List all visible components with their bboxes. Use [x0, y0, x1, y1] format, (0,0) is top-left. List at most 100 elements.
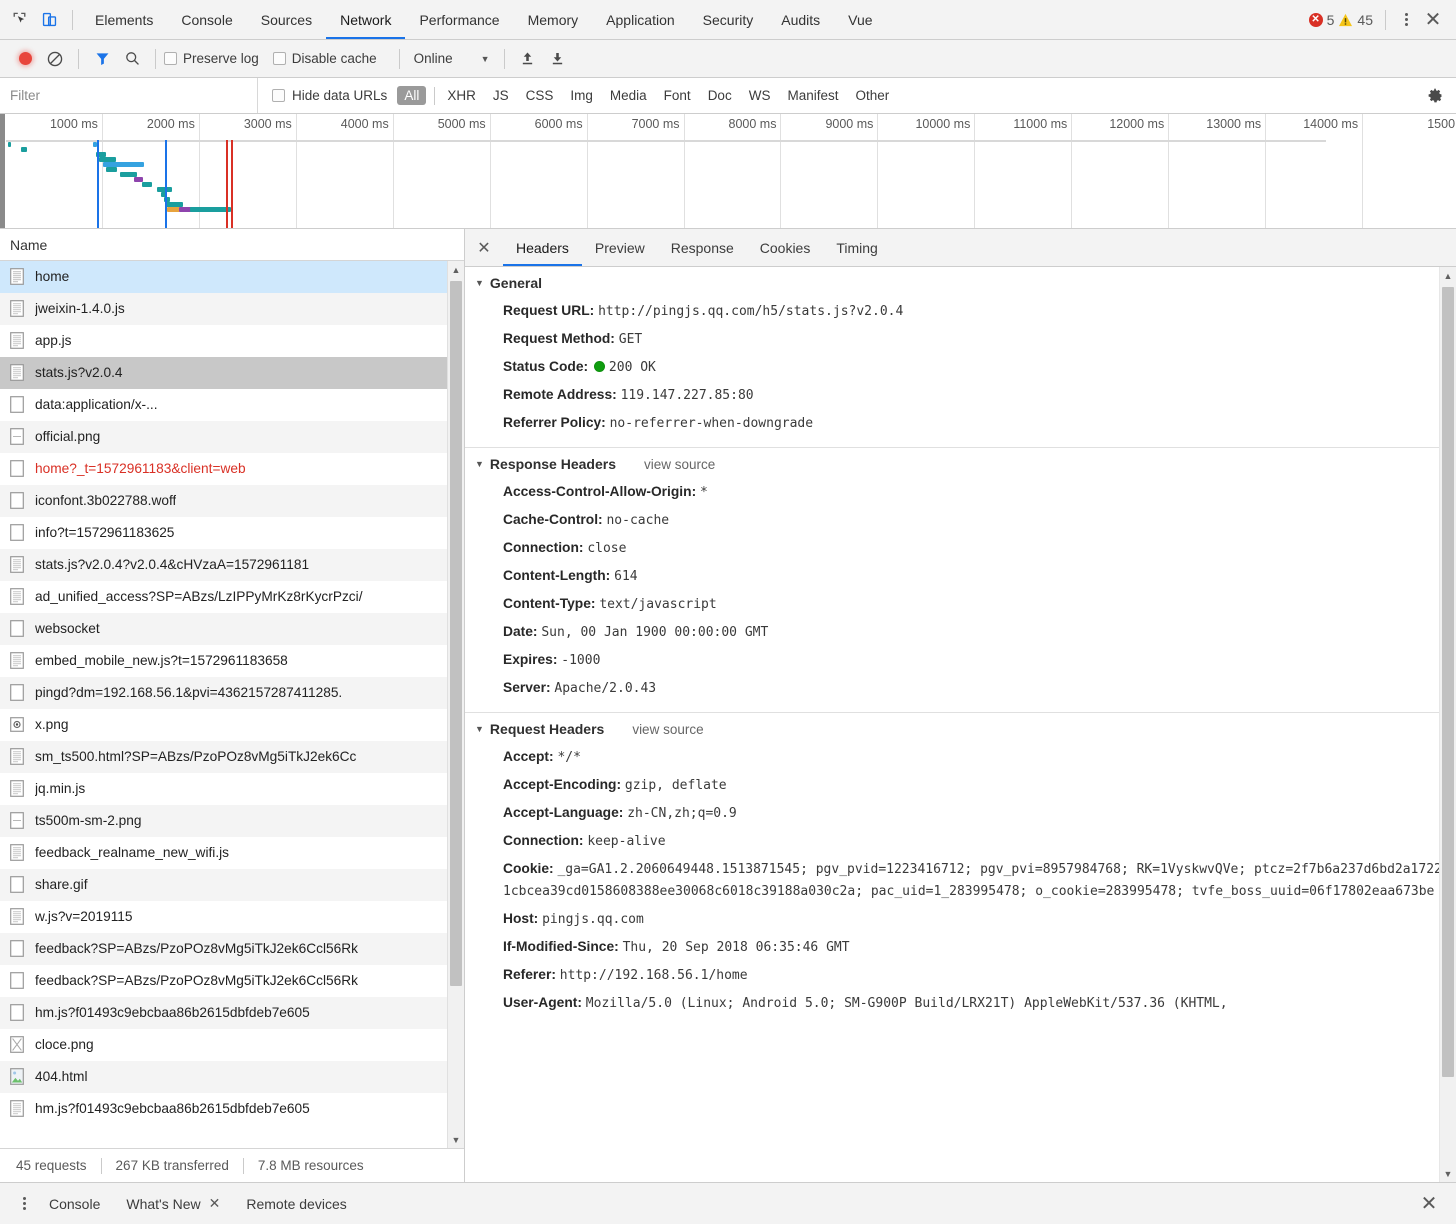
- table-row[interactable]: sm_ts500.html?SP=ABzs/PzoPOz8vMg5iTkJ2ek…: [0, 741, 464, 773]
- network-overview-timeline[interactable]: 1000 ms2000 ms3000 ms4000 ms5000 ms6000 …: [0, 114, 1456, 229]
- inspect-element-icon[interactable]: [4, 5, 34, 35]
- close-drawer-icon[interactable]: ✕: [1414, 1189, 1444, 1219]
- table-row[interactable]: hm.js?f01493c9ebcbaa86b2615dbfdeb7e605: [0, 997, 464, 1029]
- scroll-down-arrow-icon[interactable]: ▼: [1440, 1165, 1456, 1182]
- scroll-up-arrow-icon[interactable]: ▲: [448, 261, 464, 278]
- table-row[interactable]: iconfont.3b022788.woff: [0, 485, 464, 517]
- table-row[interactable]: home: [0, 261, 464, 293]
- filter-input[interactable]: [0, 78, 258, 113]
- request-list-scrollbar[interactable]: ▲ ▼: [447, 261, 464, 1148]
- export-har-button[interactable]: [543, 44, 573, 74]
- more-options-icon[interactable]: [1394, 13, 1418, 26]
- search-button[interactable]: [117, 44, 147, 74]
- tab-console[interactable]: Console: [167, 0, 246, 39]
- tab-elements[interactable]: Elements: [81, 0, 167, 39]
- drawer-tab-console[interactable]: Console: [36, 1196, 113, 1212]
- tab-security[interactable]: Security: [689, 0, 768, 39]
- scrollbar-thumb[interactable]: [450, 281, 462, 986]
- table-row[interactable]: ts500m-sm-2.png: [0, 805, 464, 837]
- type-filter-xhr[interactable]: XHR: [440, 86, 483, 105]
- table-row[interactable]: stats.js?v2.0.4?v2.0.4&cHVzaA=1572961181: [0, 549, 464, 581]
- section-title[interactable]: ▼Request Headersview source: [475, 721, 1456, 737]
- header-key: Content-Type:: [503, 596, 599, 611]
- tab-label: Vue: [848, 12, 872, 28]
- type-filter-manifest[interactable]: Manifest: [780, 86, 845, 105]
- warning-count: 45: [1357, 12, 1373, 28]
- toggle-device-toolbar-icon[interactable]: [34, 5, 64, 35]
- table-row[interactable]: ad_unified_access?SP=ABzs/LzIPPyMrKz8rKy…: [0, 581, 464, 613]
- section-title[interactable]: ▼Response Headersview source: [475, 456, 1456, 472]
- type-filter-doc[interactable]: Doc: [701, 86, 739, 105]
- table-row[interactable]: stats.js?v2.0.4: [0, 357, 464, 389]
- record-button[interactable]: [10, 44, 40, 74]
- table-row[interactable]: feedback_realname_new_wifi.js: [0, 837, 464, 869]
- table-row[interactable]: w.js?v=2019115: [0, 901, 464, 933]
- error-counter[interactable]: ✕ 5: [1309, 12, 1335, 28]
- table-row[interactable]: websocket: [0, 613, 464, 645]
- network-settings-button[interactable]: [1427, 87, 1456, 104]
- import-har-button[interactable]: [513, 44, 543, 74]
- tab-network[interactable]: Network: [326, 0, 405, 39]
- type-filter-media[interactable]: Media: [603, 86, 654, 105]
- table-row[interactable]: 404.html: [0, 1061, 464, 1093]
- table-row[interactable]: app.js: [0, 325, 464, 357]
- type-filter-js[interactable]: JS: [486, 86, 516, 105]
- table-row[interactable]: official.png: [0, 421, 464, 453]
- scroll-down-arrow-icon[interactable]: ▼: [448, 1131, 464, 1148]
- close-tab-icon[interactable]: ✕: [209, 1195, 221, 1212]
- detail-tab-cookies[interactable]: Cookies: [747, 229, 824, 266]
- table-row[interactable]: embed_mobile_new.js?t=1572961183658: [0, 645, 464, 677]
- detail-scrollbar[interactable]: ▲ ▼: [1439, 267, 1456, 1182]
- filter-toggle-button[interactable]: [87, 44, 117, 74]
- detail-tab-preview[interactable]: Preview: [582, 229, 658, 266]
- drawer-tab-whats-new[interactable]: What's New ✕: [113, 1195, 233, 1212]
- table-row[interactable]: jweixin-1.4.0.js: [0, 293, 464, 325]
- tab-vue[interactable]: Vue: [834, 0, 886, 39]
- table-row[interactable]: feedback?SP=ABzs/PzoPOz8vMg5iTkJ2ek6Ccl5…: [0, 933, 464, 965]
- header-row: Expires: -1000: [475, 646, 1456, 674]
- detail-tab-headers[interactable]: Headers: [503, 229, 582, 266]
- view-source-link[interactable]: view source: [632, 722, 703, 737]
- table-row[interactable]: cloce.png: [0, 1029, 464, 1061]
- warning-counter[interactable]: 45: [1338, 12, 1373, 28]
- drawer-more-options-icon[interactable]: [12, 1197, 36, 1210]
- detail-tab-response[interactable]: Response: [658, 229, 747, 266]
- tab-application[interactable]: Application: [592, 0, 689, 39]
- type-filter-font[interactable]: Font: [657, 86, 698, 105]
- table-row[interactable]: home?_t=1572961183&client=web: [0, 453, 464, 485]
- table-row[interactable]: jq.min.js: [0, 773, 464, 805]
- clear-button[interactable]: [40, 44, 70, 74]
- scroll-up-arrow-icon[interactable]: ▲: [1440, 267, 1456, 284]
- tab-label: Timing: [836, 240, 878, 256]
- table-row[interactable]: feedback?SP=ABzs/PzoPOz8vMg5iTkJ2ek6Ccl5…: [0, 965, 464, 997]
- tab-memory[interactable]: Memory: [514, 0, 593, 39]
- table-row[interactable]: pingd?dm=192.168.56.1&pvi=43621572874112…: [0, 677, 464, 709]
- table-row[interactable]: data:application/x-...: [0, 389, 464, 421]
- close-detail-icon[interactable]: ✕: [465, 229, 503, 267]
- type-filter-img[interactable]: Img: [563, 86, 600, 105]
- preserve-log-checkbox[interactable]: Preserve log: [164, 51, 259, 66]
- type-filter-other[interactable]: Other: [848, 86, 896, 105]
- tab-performance[interactable]: Performance: [405, 0, 513, 39]
- hide-data-urls-checkbox[interactable]: Hide data URLs: [272, 88, 387, 103]
- table-row[interactable]: info?t=1572961183625: [0, 517, 464, 549]
- detail-tab-timing[interactable]: Timing: [823, 229, 891, 266]
- table-row[interactable]: x.png: [0, 709, 464, 741]
- request-list-header[interactable]: Name: [0, 229, 464, 261]
- scrollbar-thumb[interactable]: [1442, 287, 1454, 1077]
- disable-cache-checkbox[interactable]: Disable cache: [273, 51, 377, 66]
- throttling-select[interactable]: Online ▼: [408, 51, 496, 66]
- table-row[interactable]: share.gif: [0, 869, 464, 901]
- section-title[interactable]: ▼General: [475, 275, 1456, 291]
- close-devtools-icon[interactable]: ✕: [1418, 5, 1448, 35]
- overview-tick-label: 4000 ms: [341, 117, 389, 131]
- type-filter-all[interactable]: All: [397, 86, 426, 105]
- type-filter-css[interactable]: CSS: [519, 86, 561, 105]
- tab-sources[interactable]: Sources: [247, 0, 326, 39]
- drawer-tab-remote-devices[interactable]: Remote devices: [233, 1196, 359, 1212]
- table-row[interactable]: hm.js?f01493c9ebcbaa86b2615dbfdeb7e605: [0, 1093, 464, 1125]
- type-filter-ws[interactable]: WS: [742, 86, 778, 105]
- view-source-link[interactable]: view source: [644, 457, 715, 472]
- tab-audits[interactable]: Audits: [767, 0, 834, 39]
- request-name: share.gif: [35, 877, 88, 892]
